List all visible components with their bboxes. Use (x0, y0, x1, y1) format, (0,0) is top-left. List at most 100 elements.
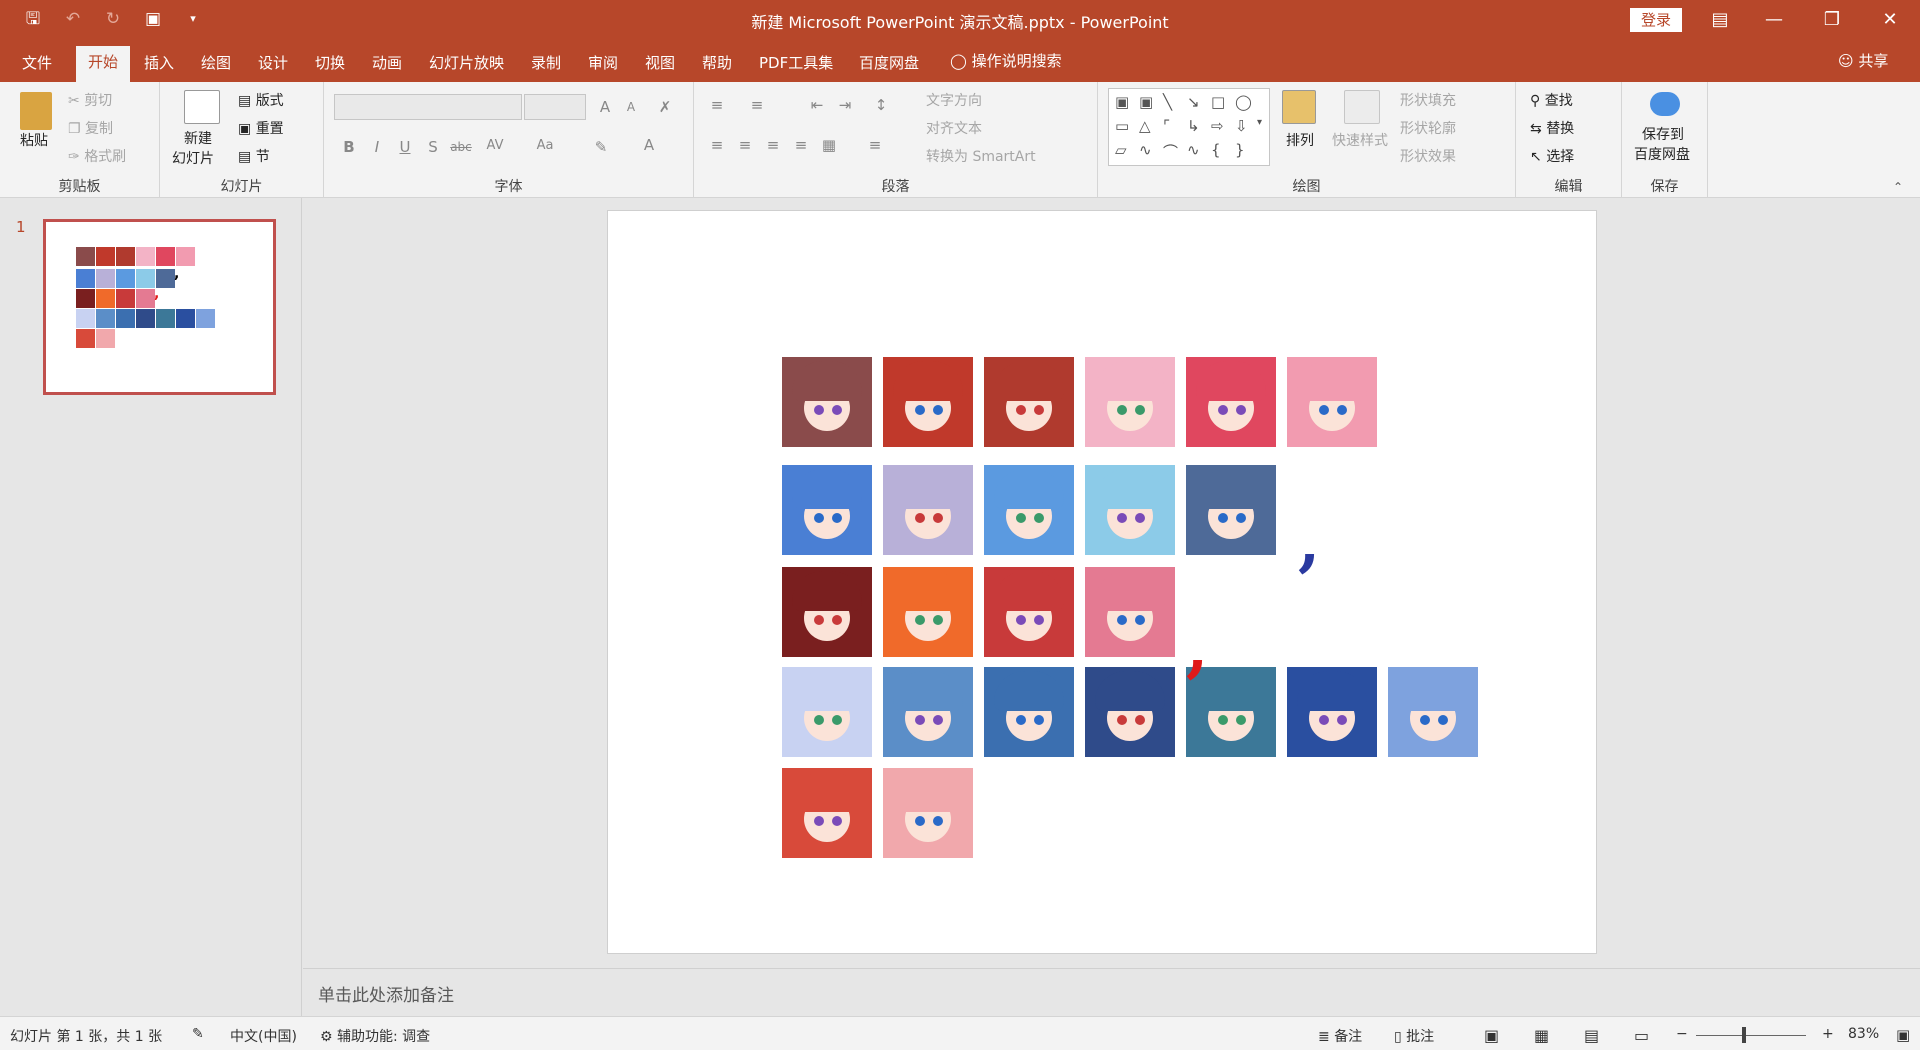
shapes-gallery[interactable]: ▣ ▣ ╲ ↘ □ ◯ ▭ △ ⌜ ↳ ⇨ ⇩ ▱ ∿ ⌒ ∿ { } ▾ (1108, 88, 1270, 166)
fit-to-window-icon[interactable]: ▣ (1896, 1026, 1910, 1044)
avatar-image[interactable] (1388, 667, 1478, 757)
font-name-combo[interactable] (334, 94, 522, 120)
notes-pane[interactable]: 单击此处添加备注 (303, 968, 1920, 1016)
avatar-image[interactable] (883, 465, 973, 555)
ribbon-display-icon[interactable]: ▤ (1708, 6, 1732, 34)
avatar-image[interactable] (1085, 567, 1175, 657)
save-to-baidu-line2[interactable]: 百度网盘 (1634, 144, 1690, 164)
underline-button[interactable]: U (394, 138, 416, 156)
arrow-line-icon[interactable]: ↘ (1187, 93, 1200, 111)
shape-effects-button[interactable]: 形状效果 (1400, 146, 1456, 166)
tab-help[interactable]: 帮助 (702, 50, 732, 82)
collapse-ribbon-icon[interactable]: ⌃ (1893, 180, 1903, 194)
avatar-image[interactable] (883, 567, 973, 657)
replace-button[interactable]: ⇆ 替换 (1530, 118, 1574, 138)
zoom-slider-thumb[interactable] (1742, 1027, 1746, 1043)
align-text-button[interactable]: 对齐文本 (926, 118, 982, 138)
grow-font-button[interactable]: A (594, 98, 616, 116)
italic-button[interactable]: I (366, 138, 388, 156)
copy-button[interactable]: ❐ 复制 (68, 118, 113, 138)
zoom-slider-track[interactable] (1696, 1035, 1806, 1036)
oval-shape-icon[interactable]: ◯ (1235, 93, 1252, 111)
share-button[interactable]: ☺ 共享 (1838, 50, 1888, 71)
textbox-shape-icon[interactable]: ▣ (1115, 93, 1129, 111)
vertical-textbox-icon[interactable]: ▣ (1139, 93, 1153, 111)
tab-review[interactable]: 审阅 (588, 50, 618, 82)
comma-text[interactable]: , (1298, 511, 1320, 575)
avatar-image[interactable] (883, 768, 973, 858)
slide-sorter-icon[interactable]: ▦ (1534, 1026, 1549, 1045)
numbering-icon[interactable]: ≡ (746, 96, 768, 114)
shrink-font-button[interactable]: A (620, 100, 642, 114)
clear-format-icon[interactable]: ✗ (654, 98, 676, 116)
tab-slideshow[interactable]: 幻灯片放映 (429, 50, 504, 82)
avatar-image[interactable] (782, 465, 872, 555)
tab-pdf-tools[interactable]: PDF工具集 (759, 50, 833, 82)
select-button[interactable]: ↖ 选择 (1530, 146, 1574, 166)
scribble-icon[interactable]: ∿ (1139, 141, 1152, 159)
avatar-image[interactable] (1085, 357, 1175, 447)
zoom-level[interactable]: 83% (1848, 1026, 1879, 1042)
tab-record[interactable]: 录制 (531, 50, 561, 82)
slideshow-view-icon[interactable]: ▭ (1634, 1026, 1649, 1045)
avatar-image[interactable] (1085, 465, 1175, 555)
language-indicator[interactable]: 中文(中国) (230, 1026, 297, 1046)
close-icon[interactable]: ✕ (1878, 6, 1902, 34)
tab-design[interactable]: 设计 (258, 50, 288, 82)
minimize-icon[interactable]: — (1762, 6, 1786, 34)
tell-me-search[interactable]: ◯ 操作说明搜索 (950, 50, 1062, 71)
increase-indent-icon[interactable]: ⇥ (834, 96, 856, 114)
avatar-image[interactable] (984, 667, 1074, 757)
shadow-button[interactable]: S (422, 138, 444, 156)
tab-file[interactable]: 文件 (22, 50, 52, 82)
bold-button[interactable]: B (338, 138, 360, 156)
tab-transitions[interactable]: 切换 (315, 50, 345, 82)
change-case-button[interactable]: Aa (534, 138, 556, 153)
right-brace-icon[interactable]: } (1235, 141, 1245, 159)
restore-icon[interactable]: ❐ (1820, 6, 1844, 34)
reading-view-icon[interactable]: ▤ (1584, 1026, 1599, 1045)
strikethrough-button[interactable]: abc (450, 140, 472, 154)
avatar-image[interactable] (1186, 465, 1276, 555)
avatar-image[interactable] (782, 768, 872, 858)
avatar-image[interactable] (1085, 667, 1175, 757)
format-painter-button[interactable]: ✑ 格式刷 (68, 146, 126, 166)
line-shape-icon[interactable]: ╲ (1163, 93, 1172, 111)
cut-button[interactable]: ✂ 剪切 (68, 90, 112, 110)
curve-icon[interactable]: ∿ (1187, 141, 1200, 159)
shape-outline-button[interactable]: 形状轮廓 (1400, 118, 1456, 138)
quick-styles-button[interactable]: 快速样式 (1332, 130, 1388, 150)
section-button[interactable]: ▤ 节 (238, 146, 270, 166)
arc-icon[interactable]: ⌒ (1163, 141, 1178, 162)
rectangle-shape-icon[interactable]: □ (1211, 93, 1225, 111)
align-right-icon[interactable]: ≡ (762, 136, 784, 154)
font-size-combo[interactable] (524, 94, 586, 120)
highlight-icon[interactable]: ✎ (590, 138, 612, 156)
avatar-image[interactable] (1186, 357, 1276, 447)
char-spacing-button[interactable]: AV (484, 138, 506, 153)
tab-home[interactable]: 开始 (76, 46, 131, 82)
find-button[interactable]: ⚲ 查找 (1530, 90, 1573, 110)
shape-fill-button[interactable]: 形状填充 (1400, 90, 1456, 110)
accessibility-status[interactable]: ⚙ 辅助功能: 调查 (320, 1026, 430, 1046)
triangle-icon[interactable]: △ (1139, 117, 1151, 135)
tab-insert[interactable]: 插入 (144, 50, 174, 82)
slide-thumbnail[interactable]: ,, (43, 219, 276, 395)
elbow-arrow-icon[interactable]: ↳ (1187, 117, 1200, 135)
zoom-in-button[interactable]: + (1822, 1026, 1834, 1042)
avatar-image[interactable] (1287, 357, 1377, 447)
gallery-more-icon[interactable]: ▾ (1257, 117, 1262, 128)
normal-view-icon[interactable]: ▣ (1484, 1026, 1499, 1045)
tab-animations[interactable]: 动画 (372, 50, 402, 82)
login-button[interactable]: 登录 (1630, 8, 1682, 32)
freeform-icon[interactable]: ▱ (1115, 141, 1127, 159)
elbow-connector-icon[interactable]: ⌜ (1163, 117, 1170, 135)
rounded-rect-icon[interactable]: ▭ (1115, 117, 1129, 135)
reset-button[interactable]: ▣ 重置 (238, 118, 284, 138)
left-brace-icon[interactable]: { (1211, 141, 1221, 159)
comments-toggle[interactable]: ▯ 批注 (1394, 1026, 1434, 1046)
text-direction-button[interactable]: 文字方向 (926, 90, 982, 110)
right-arrow-shape-icon[interactable]: ⇨ (1211, 117, 1224, 135)
font-color-button[interactable]: A (638, 136, 660, 154)
slide-canvas[interactable]: ,, (607, 210, 1597, 954)
